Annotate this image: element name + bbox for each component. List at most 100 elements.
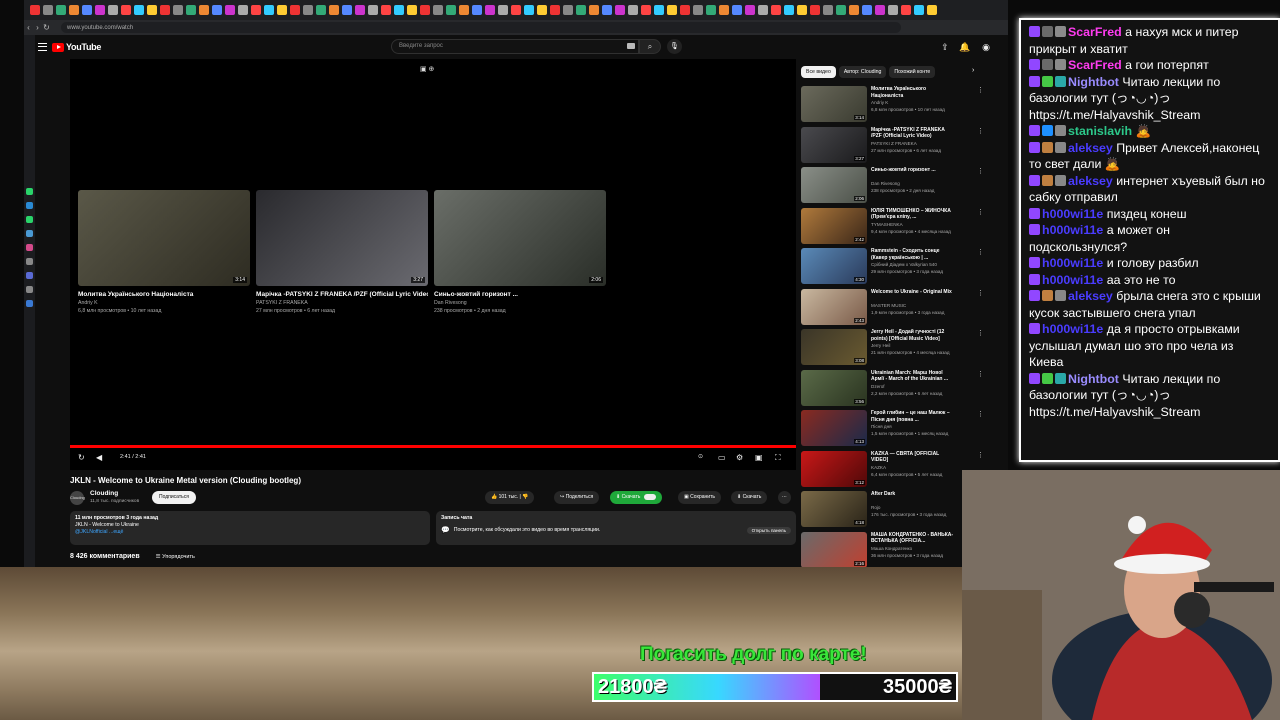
- endscreen-thumbnail[interactable]: 2:06: [434, 190, 606, 286]
- browser-tab[interactable]: [901, 5, 911, 15]
- browser-tab[interactable]: [342, 5, 352, 15]
- filter-chip[interactable]: Автор: Clouding: [838, 66, 887, 78]
- browser-tab[interactable]: [810, 5, 820, 15]
- browser-tab[interactable]: [602, 5, 612, 15]
- browser-tab[interactable]: [836, 5, 846, 15]
- subtitles-icon[interactable]: ▭: [718, 453, 726, 462]
- browser-tab[interactable]: [771, 5, 781, 15]
- description-box[interactable]: 11 млн просмотров 3 года назад JKLN - We…: [70, 511, 430, 545]
- related-title[interactable]: Jerry Heil - Додай гучності (12 points) …: [871, 329, 955, 342]
- more-options-icon[interactable]: ⋮: [977, 289, 984, 297]
- account-avatar-icon[interactable]: ◉: [981, 42, 991, 53]
- endscreen-title[interactable]: Марічка -PATSYKI Z FRANEKA /PZF (Officia…: [256, 291, 428, 298]
- related-video[interactable]: 2:43 Welcome to Ukraine - Original Mix MAS…: [801, 287, 1001, 328]
- related-thumbnail[interactable]: 3:08: [801, 329, 867, 365]
- description-link[interactable]: @JKLNofficial ...ещё: [75, 529, 425, 536]
- browser-tab[interactable]: [667, 5, 677, 15]
- browser-tab[interactable]: [849, 5, 859, 15]
- more-options-icon[interactable]: ⋮: [977, 329, 984, 337]
- keyboard-icon[interactable]: [627, 43, 635, 49]
- browser-tab[interactable]: [589, 5, 599, 15]
- browser-tab[interactable]: [43, 5, 53, 15]
- volume-icon[interactable]: ◀: [96, 453, 102, 462]
- filter-chip[interactable]: Все видео: [801, 66, 836, 78]
- browser-tab[interactable]: [238, 5, 248, 15]
- browser-tab[interactable]: [927, 5, 937, 15]
- quality-select[interactable]: [644, 494, 657, 500]
- browser-tab[interactable]: [758, 5, 768, 15]
- chat-username[interactable]: h000wi11e: [1042, 256, 1103, 270]
- app-icon[interactable]: [26, 272, 33, 279]
- browser-tab[interactable]: [641, 5, 651, 15]
- browser-tab[interactable]: [888, 5, 898, 15]
- forward-icon[interactable]: ›: [33, 23, 42, 32]
- browser-tab[interactable]: [498, 5, 508, 15]
- browser-tab[interactable]: [784, 5, 794, 15]
- related-thumbnail[interactable]: 2:43: [801, 288, 867, 325]
- progress-bar[interactable]: [70, 445, 796, 448]
- app-icon[interactable]: [26, 230, 33, 237]
- related-video[interactable]: 3:27 Марічка -PATSYKI Z FRANEKA /PZF (Off…: [801, 125, 1001, 166]
- browser-tab[interactable]: [485, 5, 495, 15]
- more-options-icon[interactable]: ⋮: [977, 86, 984, 94]
- fullscreen-icon[interactable]: ⛶: [775, 453, 781, 463]
- url-field[interactable]: www.youtube.com/watch: [61, 22, 901, 33]
- browser-tab[interactable]: [108, 5, 118, 15]
- tab-strip[interactable]: [24, 0, 1008, 20]
- browser-tab[interactable]: [875, 5, 885, 15]
- channel-name[interactable]: Clouding: [90, 490, 118, 497]
- browser-tab[interactable]: [732, 5, 742, 15]
- browser-tab[interactable]: [160, 5, 170, 15]
- related-thumbnail[interactable]: 4:18: [801, 491, 867, 527]
- app-icon[interactable]: [26, 286, 33, 293]
- subscribe-button[interactable]: Подписаться: [152, 491, 196, 504]
- browser-tab[interactable]: [264, 5, 274, 15]
- miniplayer-icon[interactable]: ▣: [755, 453, 763, 462]
- browser-tab[interactable]: [654, 5, 664, 15]
- browser-tab[interactable]: [563, 5, 573, 15]
- browser-tab[interactable]: [511, 5, 521, 15]
- endscreen-title[interactable]: Синьо-жовтий горизонт ...: [434, 291, 606, 298]
- more-actions-button[interactable]: ⋯: [778, 491, 791, 504]
- related-thumbnail[interactable]: 4:13: [801, 410, 867, 446]
- related-title[interactable]: Welcome to Ukraine - Original Mix: [871, 289, 955, 296]
- open-panel-button[interactable]: Открыть панель: [746, 526, 791, 534]
- related-thumbnail[interactable]: 3:56: [801, 369, 867, 406]
- chat-username[interactable]: h000wi11e: [1042, 223, 1103, 237]
- related-title[interactable]: Молитва Українського Націоналіста: [871, 86, 955, 99]
- replay-icon[interactable]: ↻: [78, 453, 85, 462]
- browser-tab[interactable]: [30, 5, 40, 15]
- browser-tab[interactable]: [381, 5, 391, 15]
- back-icon[interactable]: ‹: [24, 23, 33, 32]
- sort-button[interactable]: ☰ Упорядочить: [156, 554, 195, 560]
- browser-tab[interactable]: [212, 5, 222, 15]
- chat-username[interactable]: h000wi11e: [1042, 322, 1103, 336]
- related-title[interactable]: KAZKA — СВЯТА [OFFICIAL VIDEO]: [871, 451, 955, 464]
- more-options-icon[interactable]: ⋮: [977, 127, 984, 135]
- browser-tab[interactable]: [199, 5, 209, 15]
- browser-tab[interactable]: [550, 5, 560, 15]
- chat-username[interactable]: aleksey: [1068, 289, 1113, 303]
- related-video[interactable]: 4:30 Rammstein - Сходить сонце (Кавер укр…: [801, 246, 1001, 287]
- like-button[interactable]: 👍 101 тыс. | 👎: [485, 491, 535, 504]
- download-green-button[interactable]: ⬇ Скачать: [610, 491, 663, 504]
- chat-username[interactable]: Nightbot: [1068, 75, 1119, 89]
- filter-chip[interactable]: Похожий конте: [889, 66, 936, 78]
- browser-tab[interactable]: [251, 5, 261, 15]
- browser-tab[interactable]: [56, 5, 66, 15]
- browser-tab[interactable]: [303, 5, 313, 15]
- player-top-icons[interactable]: ▣ ⊕: [420, 65, 434, 73]
- browser-tab[interactable]: [355, 5, 365, 15]
- chat-username[interactable]: h000wi11e: [1042, 273, 1103, 287]
- browser-tab[interactable]: [797, 5, 807, 15]
- browser-tab[interactable]: [407, 5, 417, 15]
- browser-tab[interactable]: [277, 5, 287, 15]
- chat-username[interactable]: Nightbot: [1068, 372, 1119, 386]
- create-icon[interactable]: ⇪: [940, 42, 950, 53]
- browser-tab[interactable]: [680, 5, 690, 15]
- browser-tab[interactable]: [173, 5, 183, 15]
- endscreen-video-1[interactable]: 3:14 Молитва Українського Націоналіста And…: [78, 190, 250, 314]
- app-icon[interactable]: [26, 258, 33, 265]
- browser-tab[interactable]: [823, 5, 833, 15]
- browser-tab[interactable]: [134, 5, 144, 15]
